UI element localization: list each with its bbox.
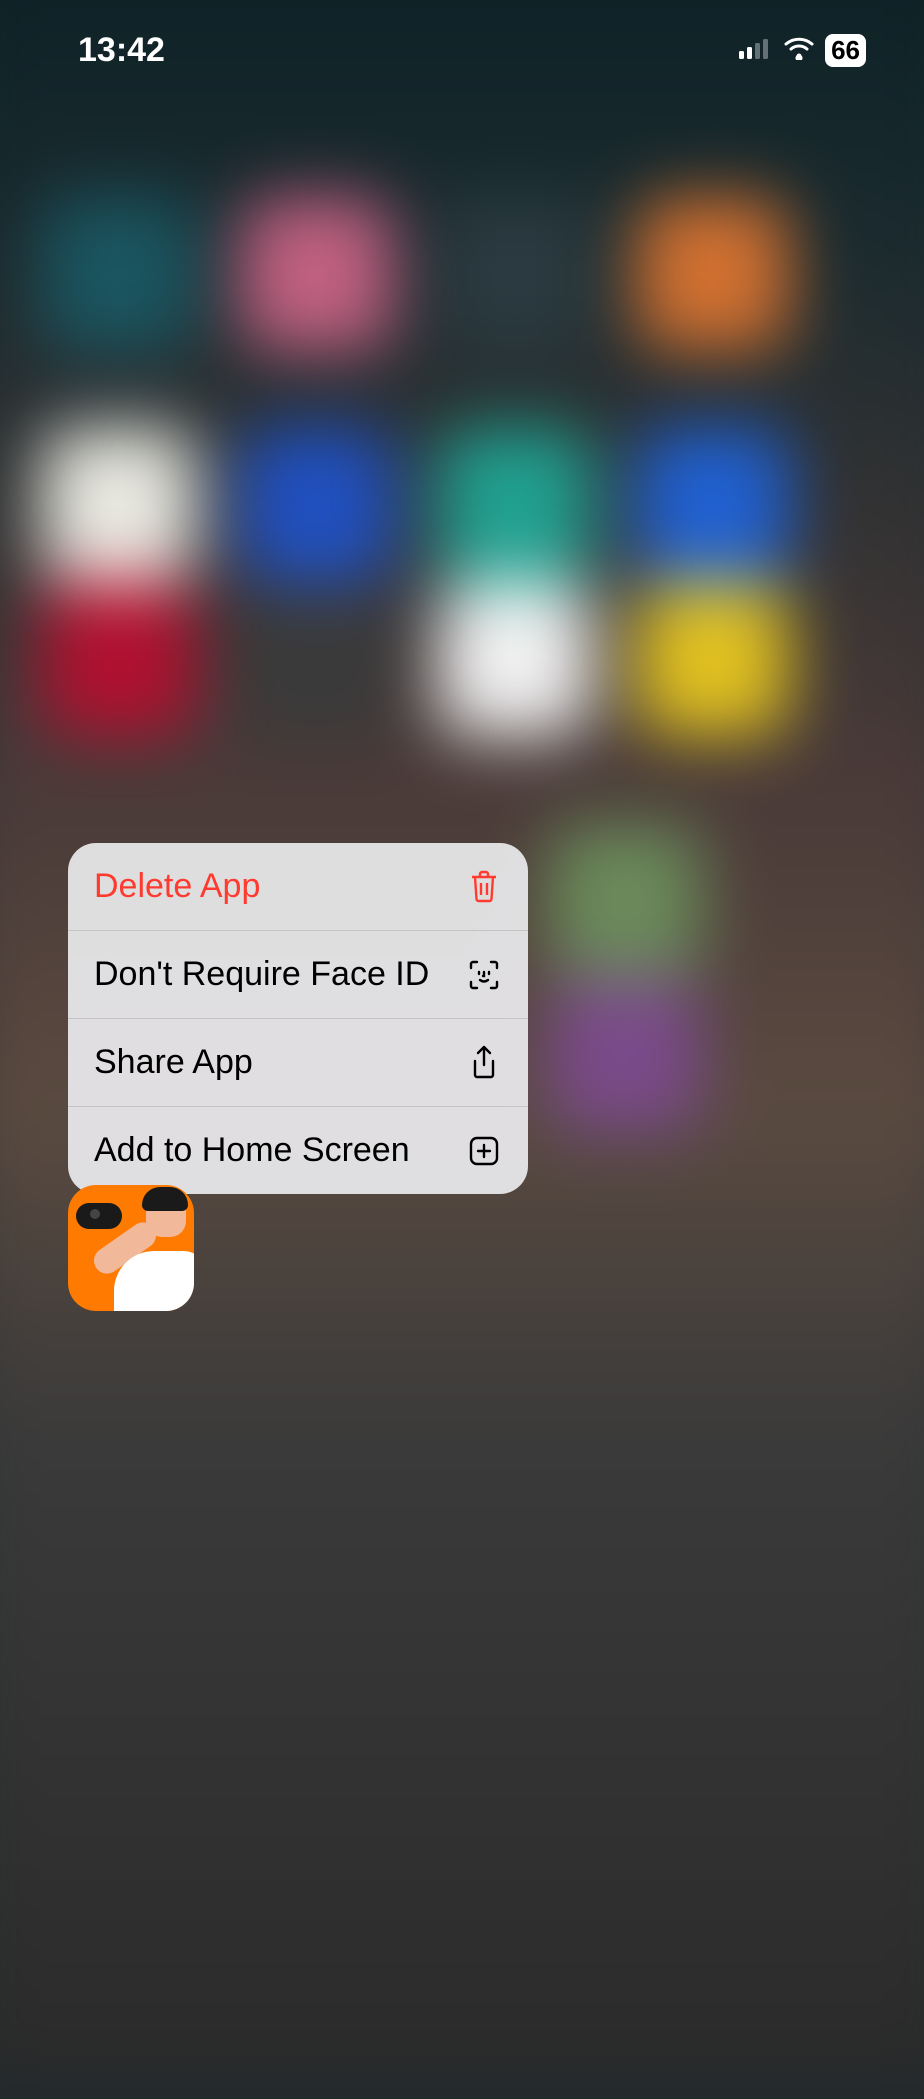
share-app-menu-item[interactable]: Share App bbox=[68, 1019, 528, 1107]
selected-app-icon[interactable] bbox=[68, 1185, 194, 1311]
battery-level: 66 bbox=[831, 35, 860, 66]
faceid-icon bbox=[466, 957, 502, 993]
menu-item-label: Add to Home Screen bbox=[94, 1131, 410, 1170]
plus-square-icon bbox=[466, 1133, 502, 1169]
app-context-menu: Delete App Don't Require Face ID Share A… bbox=[68, 843, 528, 1194]
share-icon bbox=[466, 1045, 502, 1081]
add-to-home-screen-menu-item[interactable]: Add to Home Screen bbox=[68, 1107, 528, 1194]
battery-indicator: 66 bbox=[825, 34, 866, 67]
delete-app-menu-item[interactable]: Delete App bbox=[68, 843, 528, 931]
menu-item-label: Don't Require Face ID bbox=[94, 955, 429, 994]
menu-item-label: Share App bbox=[94, 1043, 253, 1082]
cellular-signal-icon bbox=[739, 37, 773, 64]
menu-item-label: Delete App bbox=[94, 867, 260, 906]
trash-icon bbox=[466, 869, 502, 905]
wifi-icon bbox=[783, 36, 815, 65]
status-indicators: 66 bbox=[739, 34, 866, 67]
status-time: 13:42 bbox=[78, 31, 165, 70]
dont-require-faceid-menu-item[interactable]: Don't Require Face ID bbox=[68, 931, 528, 1019]
status-bar: 13:42 66 bbox=[0, 0, 924, 100]
